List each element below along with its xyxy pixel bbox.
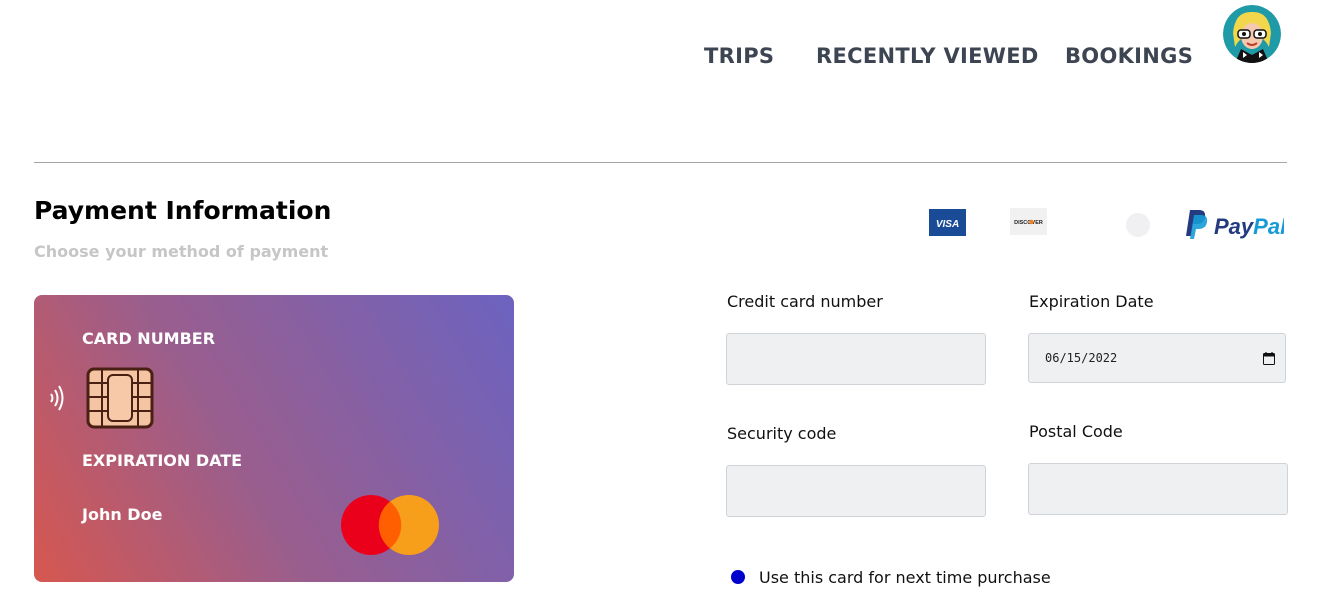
page-subtitle: Choose your method of payment: [34, 242, 329, 261]
nav-recently-viewed[interactable]: RECENTLY VIEWED: [816, 44, 1039, 68]
expiration-field-label: Expiration Date: [1029, 292, 1154, 311]
expiration-date-value: 06/15/2022: [1045, 351, 1118, 365]
nav-trips[interactable]: TRIPS: [704, 44, 774, 68]
postal-code-input[interactable]: [1028, 463, 1288, 515]
mastercard-icon: [341, 495, 439, 555]
postal-code-field-label: Postal Code: [1029, 422, 1123, 441]
avatar[interactable]: [1223, 5, 1281, 63]
contactless-icon: [50, 385, 64, 411]
calendar-icon[interactable]: [1263, 352, 1275, 365]
visa-icon[interactable]: VISA: [929, 209, 966, 236]
svg-text:DISCOVER: DISCOVER: [1014, 220, 1043, 226]
security-code-field-label: Security code: [727, 424, 837, 443]
paypal-icon[interactable]: PayPal: [1184, 206, 1284, 242]
chip-icon: [86, 367, 154, 429]
svg-text:PayPal: PayPal: [1214, 214, 1284, 239]
discover-icon[interactable]: DISCOVER: [1010, 208, 1047, 235]
svg-text:VISA: VISA: [936, 219, 959, 230]
placeholder-circle-icon[interactable]: [1125, 212, 1151, 238]
save-card-label[interactable]: Use this card for next time purchase: [759, 568, 1051, 587]
card-number-field-label: Credit card number: [727, 292, 883, 311]
security-code-input[interactable]: [726, 465, 986, 517]
save-card-radio[interactable]: [731, 570, 745, 584]
page-title: Payment Information: [34, 196, 332, 225]
card-number-label: CARD NUMBER: [82, 329, 216, 348]
card-number-input[interactable]: [726, 333, 986, 385]
card-holder-name: John Doe: [82, 505, 163, 524]
credit-card-preview: CARD NUMBER EXPIRATION DATE John Doe: [34, 295, 514, 582]
nav-bookings[interactable]: BOOKINGS: [1065, 44, 1193, 68]
card-expiration-label: EXPIRATION DATE: [82, 451, 243, 470]
header-divider: [34, 162, 1287, 163]
expiration-date-input[interactable]: 06/15/2022: [1028, 333, 1286, 383]
